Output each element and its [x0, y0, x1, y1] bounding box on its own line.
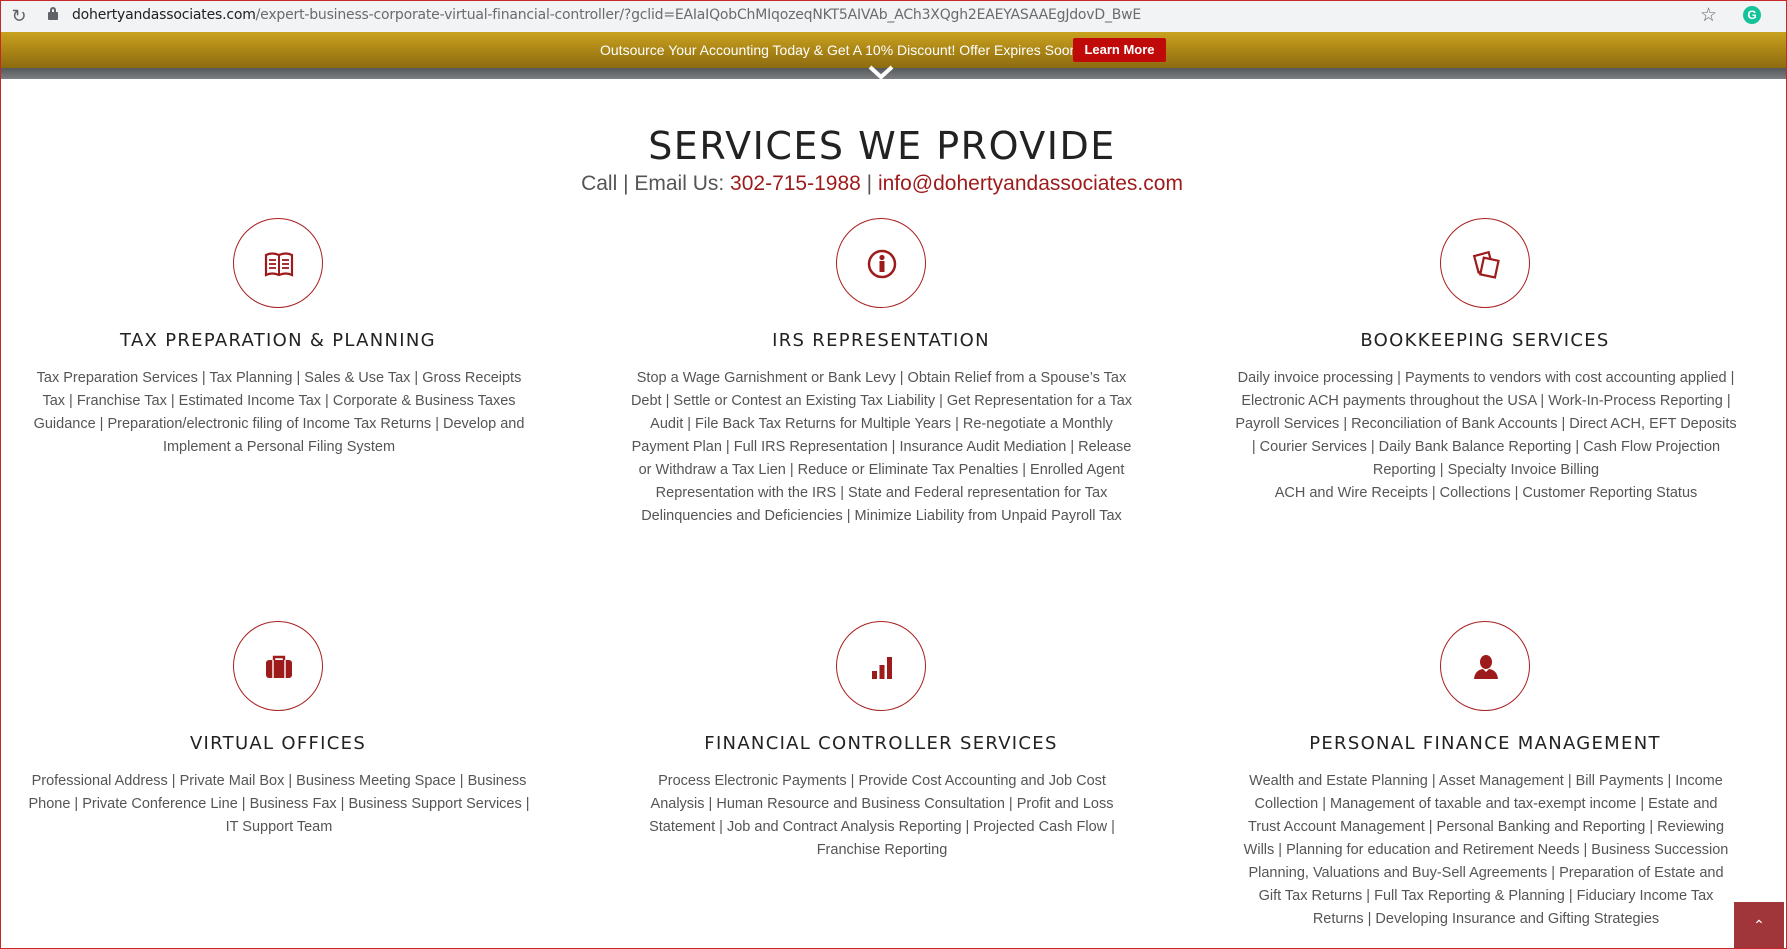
service-description: Wealth and Estate Planning | Asset Manag…	[1243, 773, 1729, 927]
book-icon	[264, 252, 294, 277]
lock-icon[interactable]	[48, 7, 58, 20]
url-domain: dohertyandassociates.com	[72, 7, 256, 23]
service-description-extra: ACH and Wire Receipts | Collections | Cu…	[1274, 485, 1698, 501]
person-icon	[1474, 655, 1498, 679]
email-link[interactable]: info@dohertyandassociates.com	[878, 172, 1183, 195]
service-description: Process Electronic Payments | Provide Co…	[649, 773, 1115, 858]
section-title: SERVICES WE PROVIDE	[648, 124, 1116, 168]
url-path: /expert-business-corporate-virtual-finan…	[255, 7, 1142, 23]
service-title: VIRTUAL OFFICES	[189, 733, 367, 754]
info-icon-circle	[836, 218, 926, 308]
service-description: Stop a Wage Garnishment or Bank Levy | O…	[630, 370, 1133, 524]
contact-separator: |	[860, 172, 878, 195]
bar-chart-icon-circle	[836, 621, 926, 711]
scroll-to-top-button[interactable]: ⌃	[1734, 902, 1784, 948]
url-text[interactable]: dohertyandassociates.com/expert-business…	[72, 7, 1141, 23]
promo-text: Outsource Your Accounting Today & Get A …	[600, 42, 1082, 58]
chevron-down-icon[interactable]	[866, 64, 896, 82]
documents-icon	[1472, 250, 1500, 279]
service-title: IRS REPRESENTATION	[772, 330, 990, 351]
info-icon	[867, 249, 897, 279]
contact-prefix: Call | Email Us:	[581, 172, 731, 195]
grammarly-extension-icon[interactable]: G	[1743, 6, 1761, 24]
chevron-up-icon: ⌃	[1753, 917, 1765, 933]
service-description: Professional Address | Private Mail Box …	[28, 773, 530, 835]
service-title: PERSONAL FINANCE MANAGEMENT	[1309, 733, 1661, 754]
service-title: BOOKKEEPING SERVICES	[1360, 330, 1610, 351]
service-description: Tax Preparation Services | Tax Planning …	[33, 370, 525, 455]
learn-more-button[interactable]: Learn More	[1073, 38, 1166, 62]
person-icon-circle	[1440, 621, 1530, 711]
browser-toolbar: ↻ dohertyandassociates.com/expert-busine…	[0, 0, 1787, 32]
phone-link[interactable]: 302-715-1988	[730, 172, 861, 195]
bookmark-star-icon[interactable]: ☆	[1700, 4, 1717, 27]
book-icon-circle	[233, 218, 323, 308]
service-title: TAX PREPARATION & PLANNING	[120, 330, 436, 351]
reload-icon[interactable]: ↻	[8, 5, 30, 27]
documents-icon-circle	[1440, 218, 1530, 308]
service-title: FINANCIAL CONTROLLER SERVICES	[704, 733, 1058, 754]
service-description: Daily invoice processing | Payments to v…	[1235, 370, 1737, 478]
briefcase-icon	[266, 655, 292, 678]
briefcase-icon-circle	[233, 621, 323, 711]
bar-chart-icon	[872, 657, 892, 679]
contact-line: Call | Email Us: 302-715-1988 | info@doh…	[0, 172, 1764, 196]
promo-banner: Outsource Your Accounting Today & Get A …	[0, 32, 1787, 68]
